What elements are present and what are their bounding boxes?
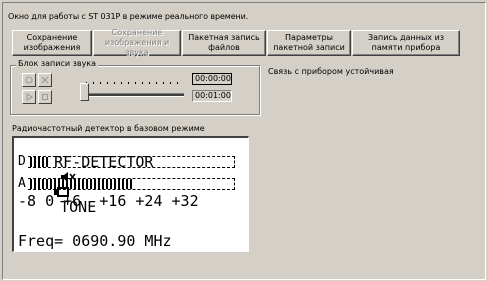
- bar-segment: [54, 179, 56, 189]
- play-icon: [26, 93, 33, 101]
- slider-tick: [100, 82, 101, 84]
- bar-segment: [42, 157, 44, 167]
- bar-outline: [28, 156, 235, 168]
- pause-icon: [42, 94, 48, 100]
- bar-segment: [38, 179, 40, 189]
- detector-lcd-display: RF-DETECTOR TONE D A -8 0 +6 +16 +24 +32…: [12, 136, 249, 252]
- playback-slider-thumb[interactable]: [80, 83, 89, 101]
- current-time-field[interactable]: 00:00:00: [192, 73, 232, 85]
- bar-segment: [78, 179, 80, 189]
- bar-segment: [102, 179, 104, 189]
- bar-segment: [110, 179, 112, 189]
- stop-button[interactable]: [38, 73, 52, 87]
- bar-segment: [50, 179, 52, 189]
- lcd-frequency: Freq= 0690.90 MHz: [18, 232, 172, 250]
- lcd-scale: -8 0 +6 +16 +24 +32: [18, 192, 199, 210]
- stop-icon: [41, 76, 49, 84]
- slider-tick: [156, 82, 157, 84]
- bar-d-letter: D: [18, 154, 26, 169]
- bar-segment: [90, 179, 92, 189]
- bar-segment: [114, 179, 116, 189]
- batch-record-settings-button[interactable]: Параметры пакетной записи: [267, 30, 351, 56]
- bar-d-meter: [28, 156, 250, 168]
- bar-segment: [74, 179, 76, 189]
- slider-tick: [163, 82, 164, 84]
- slider-tick: [93, 82, 94, 84]
- playback-slider-track[interactable]: [84, 93, 184, 97]
- total-time-field: 00:01:00: [192, 90, 232, 102]
- slider-ticks: [86, 82, 184, 86]
- slider-tick: [135, 82, 136, 84]
- bar-segment: [58, 179, 60, 189]
- bar-segment: [70, 179, 72, 189]
- window-title: Окно для работы с ST 031P в режиме реаль…: [8, 12, 249, 21]
- slider-tick: [128, 82, 129, 84]
- slider-tick: [121, 82, 122, 84]
- bar-segment: [30, 157, 32, 167]
- read-device-memory-button[interactable]: Запись данных из памяти прибора: [352, 30, 460, 56]
- bar-segment: [118, 179, 120, 189]
- slider-tick: [142, 82, 143, 84]
- bar-segment: [34, 157, 36, 167]
- bar-segment: [42, 179, 44, 189]
- bar-segment: [130, 179, 132, 189]
- bar-segment: [86, 179, 88, 189]
- slider-tick: [107, 82, 108, 84]
- record-button[interactable]: [22, 73, 36, 87]
- slider-tick: [177, 82, 178, 84]
- bar-segment: [62, 179, 64, 189]
- record-icon: [25, 76, 33, 84]
- bar-segment: [30, 179, 32, 189]
- connection-status: Связь с прибором устойчивая: [268, 67, 394, 76]
- bar-segment: [122, 179, 124, 189]
- sound-record-group-label: Блок записи звука: [16, 59, 99, 68]
- detector-mode-label: Радиочастотный детектор в базовом режиме: [12, 124, 205, 133]
- batch-file-record-button[interactable]: Пакетная запись файлов: [182, 30, 266, 56]
- bar-segment: [46, 157, 48, 167]
- bar-a-letter: A: [18, 176, 26, 191]
- slider-tick: [170, 82, 171, 84]
- bar-segment: [98, 179, 100, 189]
- bar-segment: [34, 179, 36, 189]
- bar-segment: [94, 179, 96, 189]
- slider-tick: [114, 82, 115, 84]
- pause-button[interactable]: [38, 90, 52, 104]
- bar-segment: [126, 179, 128, 189]
- bar-segment: [38, 157, 40, 167]
- slider-tick: [149, 82, 150, 84]
- save-image-and-sound-button[interactable]: Сохранение изображения и звука: [93, 28, 181, 57]
- bar-segment: [46, 179, 48, 189]
- bar-segment: [82, 179, 84, 189]
- bar-segment: [106, 179, 108, 189]
- save-image-button[interactable]: Сохранение изображения: [12, 30, 92, 56]
- bar-a-meter: [28, 178, 250, 190]
- bar-segment: [66, 179, 68, 189]
- play-button[interactable]: [22, 90, 36, 104]
